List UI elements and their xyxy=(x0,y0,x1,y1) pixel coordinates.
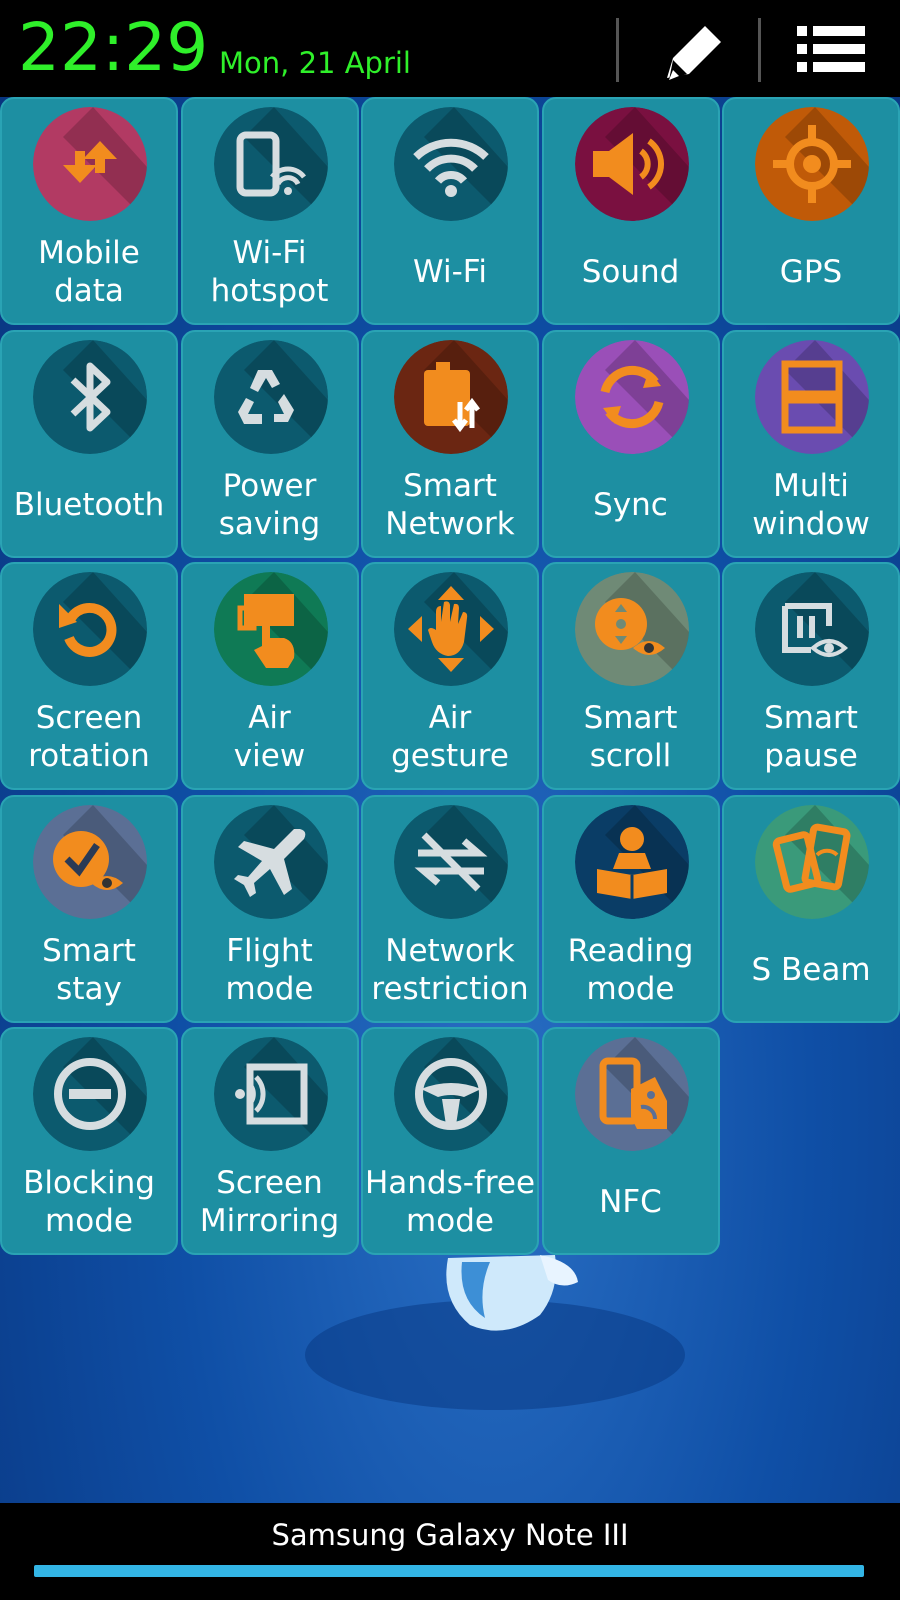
list-icon xyxy=(797,26,865,72)
tile-label: Smart pause xyxy=(764,700,858,774)
edit-button[interactable] xyxy=(645,10,735,90)
screen-mirroring-icon xyxy=(213,1037,328,1151)
tile-label: Smart stay xyxy=(42,932,136,1007)
divider xyxy=(616,18,619,82)
steering-wheel-icon xyxy=(394,1037,508,1151)
tile-s-beam[interactable]: S Beam xyxy=(722,794,900,1023)
tile-label: GPS xyxy=(779,254,843,290)
tile-reading-mode[interactable]: Reading mode xyxy=(541,794,720,1023)
device-name: Samsung Galaxy Note III xyxy=(271,1518,629,1552)
tile-label: Hands-free mode xyxy=(364,1165,536,1239)
multi-window-icon xyxy=(755,339,869,454)
s-beam-icon xyxy=(755,804,869,919)
tile-smart-pause[interactable]: Smart pause xyxy=(722,562,900,790)
tile-label: Air view xyxy=(233,700,306,774)
tile-label: Screen Mirroring xyxy=(199,1165,340,1239)
tile-sync[interactable]: Sync xyxy=(541,329,720,558)
airplane-icon xyxy=(213,804,328,919)
pencil-icon xyxy=(667,26,721,80)
tile-mobile-data[interactable]: Mobile data xyxy=(0,97,178,325)
tile-label: Air gesture xyxy=(391,700,509,774)
tile-label: Smart scroll xyxy=(583,700,678,774)
tile-label: Sound xyxy=(581,254,680,290)
footer-bar: Samsung Galaxy Note III xyxy=(0,1503,900,1600)
tile-power-saving[interactable]: Power saving xyxy=(180,329,359,558)
tile-multi-window[interactable]: Multi window xyxy=(722,329,900,558)
date: Mon, 21 April xyxy=(219,46,411,80)
screen-rotation-icon xyxy=(33,572,147,686)
tile-label: Screen rotation xyxy=(28,700,150,774)
tile-smart-network[interactable]: Smart Network xyxy=(361,329,539,558)
sync-icon xyxy=(574,339,689,454)
tile-label: Bluetooth xyxy=(13,486,165,523)
tile-sound[interactable]: Sound xyxy=(541,97,720,325)
progress-bar xyxy=(34,1565,864,1577)
air-view-icon xyxy=(213,572,328,686)
tile-smart-scroll[interactable]: Smart scroll xyxy=(541,562,720,790)
tile-label: Power saving xyxy=(218,467,321,542)
smart-network-icon xyxy=(394,339,508,454)
tile-label: Wi-Fi hotspot xyxy=(210,235,329,309)
tile-wifi[interactable]: Wi-Fi xyxy=(361,97,539,325)
progress-fill xyxy=(34,1565,864,1577)
tile-nfc[interactable]: NFC xyxy=(541,1027,720,1255)
tile-label: Mobile data xyxy=(38,235,140,309)
tile-blocking-mode[interactable]: Blocking mode xyxy=(0,1027,178,1255)
power-saving-icon xyxy=(213,339,328,454)
tile-label: S Beam xyxy=(751,951,871,988)
bluetooth-icon xyxy=(33,339,147,454)
smart-pause-icon xyxy=(755,572,869,686)
tile-gps[interactable]: GPS xyxy=(722,97,900,325)
tile-label: Reading mode xyxy=(567,932,694,1007)
tile-screen-mirroring[interactable]: Screen Mirroring xyxy=(180,1027,359,1255)
tile-bluetooth[interactable]: Bluetooth xyxy=(0,329,178,558)
tile-air-gesture[interactable]: Air gesture xyxy=(361,562,539,790)
tile-label: Smart Network xyxy=(385,467,515,542)
tile-label: Wi-Fi xyxy=(413,254,487,290)
smart-scroll-icon xyxy=(574,572,689,686)
reading-mode-icon xyxy=(574,804,689,919)
mobile-data-icon xyxy=(33,107,147,221)
tile-label: Network restriction xyxy=(371,932,529,1007)
tile-label: Flight mode xyxy=(225,932,314,1007)
gps-icon xyxy=(755,107,869,221)
tile-smart-stay[interactable]: Smart stay xyxy=(0,794,178,1023)
tile-label: Blocking mode xyxy=(23,1165,155,1239)
smart-stay-icon xyxy=(33,804,147,919)
tile-label: Sync xyxy=(593,486,668,523)
network-restriction-icon xyxy=(394,804,508,919)
status-header: 22:29 Mon, 21 April xyxy=(0,0,900,97)
tile-label: Multi window xyxy=(752,467,870,542)
list-menu-button[interactable] xyxy=(785,10,875,90)
wifi-hotspot-icon xyxy=(213,107,328,221)
sound-icon xyxy=(574,107,689,221)
tile-flight-mode[interactable]: Flight mode xyxy=(180,794,359,1023)
nfc-icon xyxy=(574,1037,689,1151)
tile-screen-rotation[interactable]: Screen rotation xyxy=(0,562,178,790)
tile-air-view[interactable]: Air view xyxy=(180,562,359,790)
tile-network-restriction[interactable]: Network restriction xyxy=(361,794,539,1023)
tile-wifi-hotspot[interactable]: Wi-Fi hotspot xyxy=(180,97,359,325)
blocking-mode-icon xyxy=(33,1037,147,1151)
wifi-icon xyxy=(394,107,508,221)
air-gesture-icon xyxy=(394,572,508,686)
divider xyxy=(758,18,761,82)
tile-hands-free-mode[interactable]: Hands-free mode xyxy=(361,1027,539,1255)
tile-label: NFC xyxy=(599,1184,662,1220)
clock: 22:29 xyxy=(18,9,209,86)
quick-settings-grid: Mobile data Wi-Fi hotspot Wi-Fi Sound GP… xyxy=(0,97,900,1257)
